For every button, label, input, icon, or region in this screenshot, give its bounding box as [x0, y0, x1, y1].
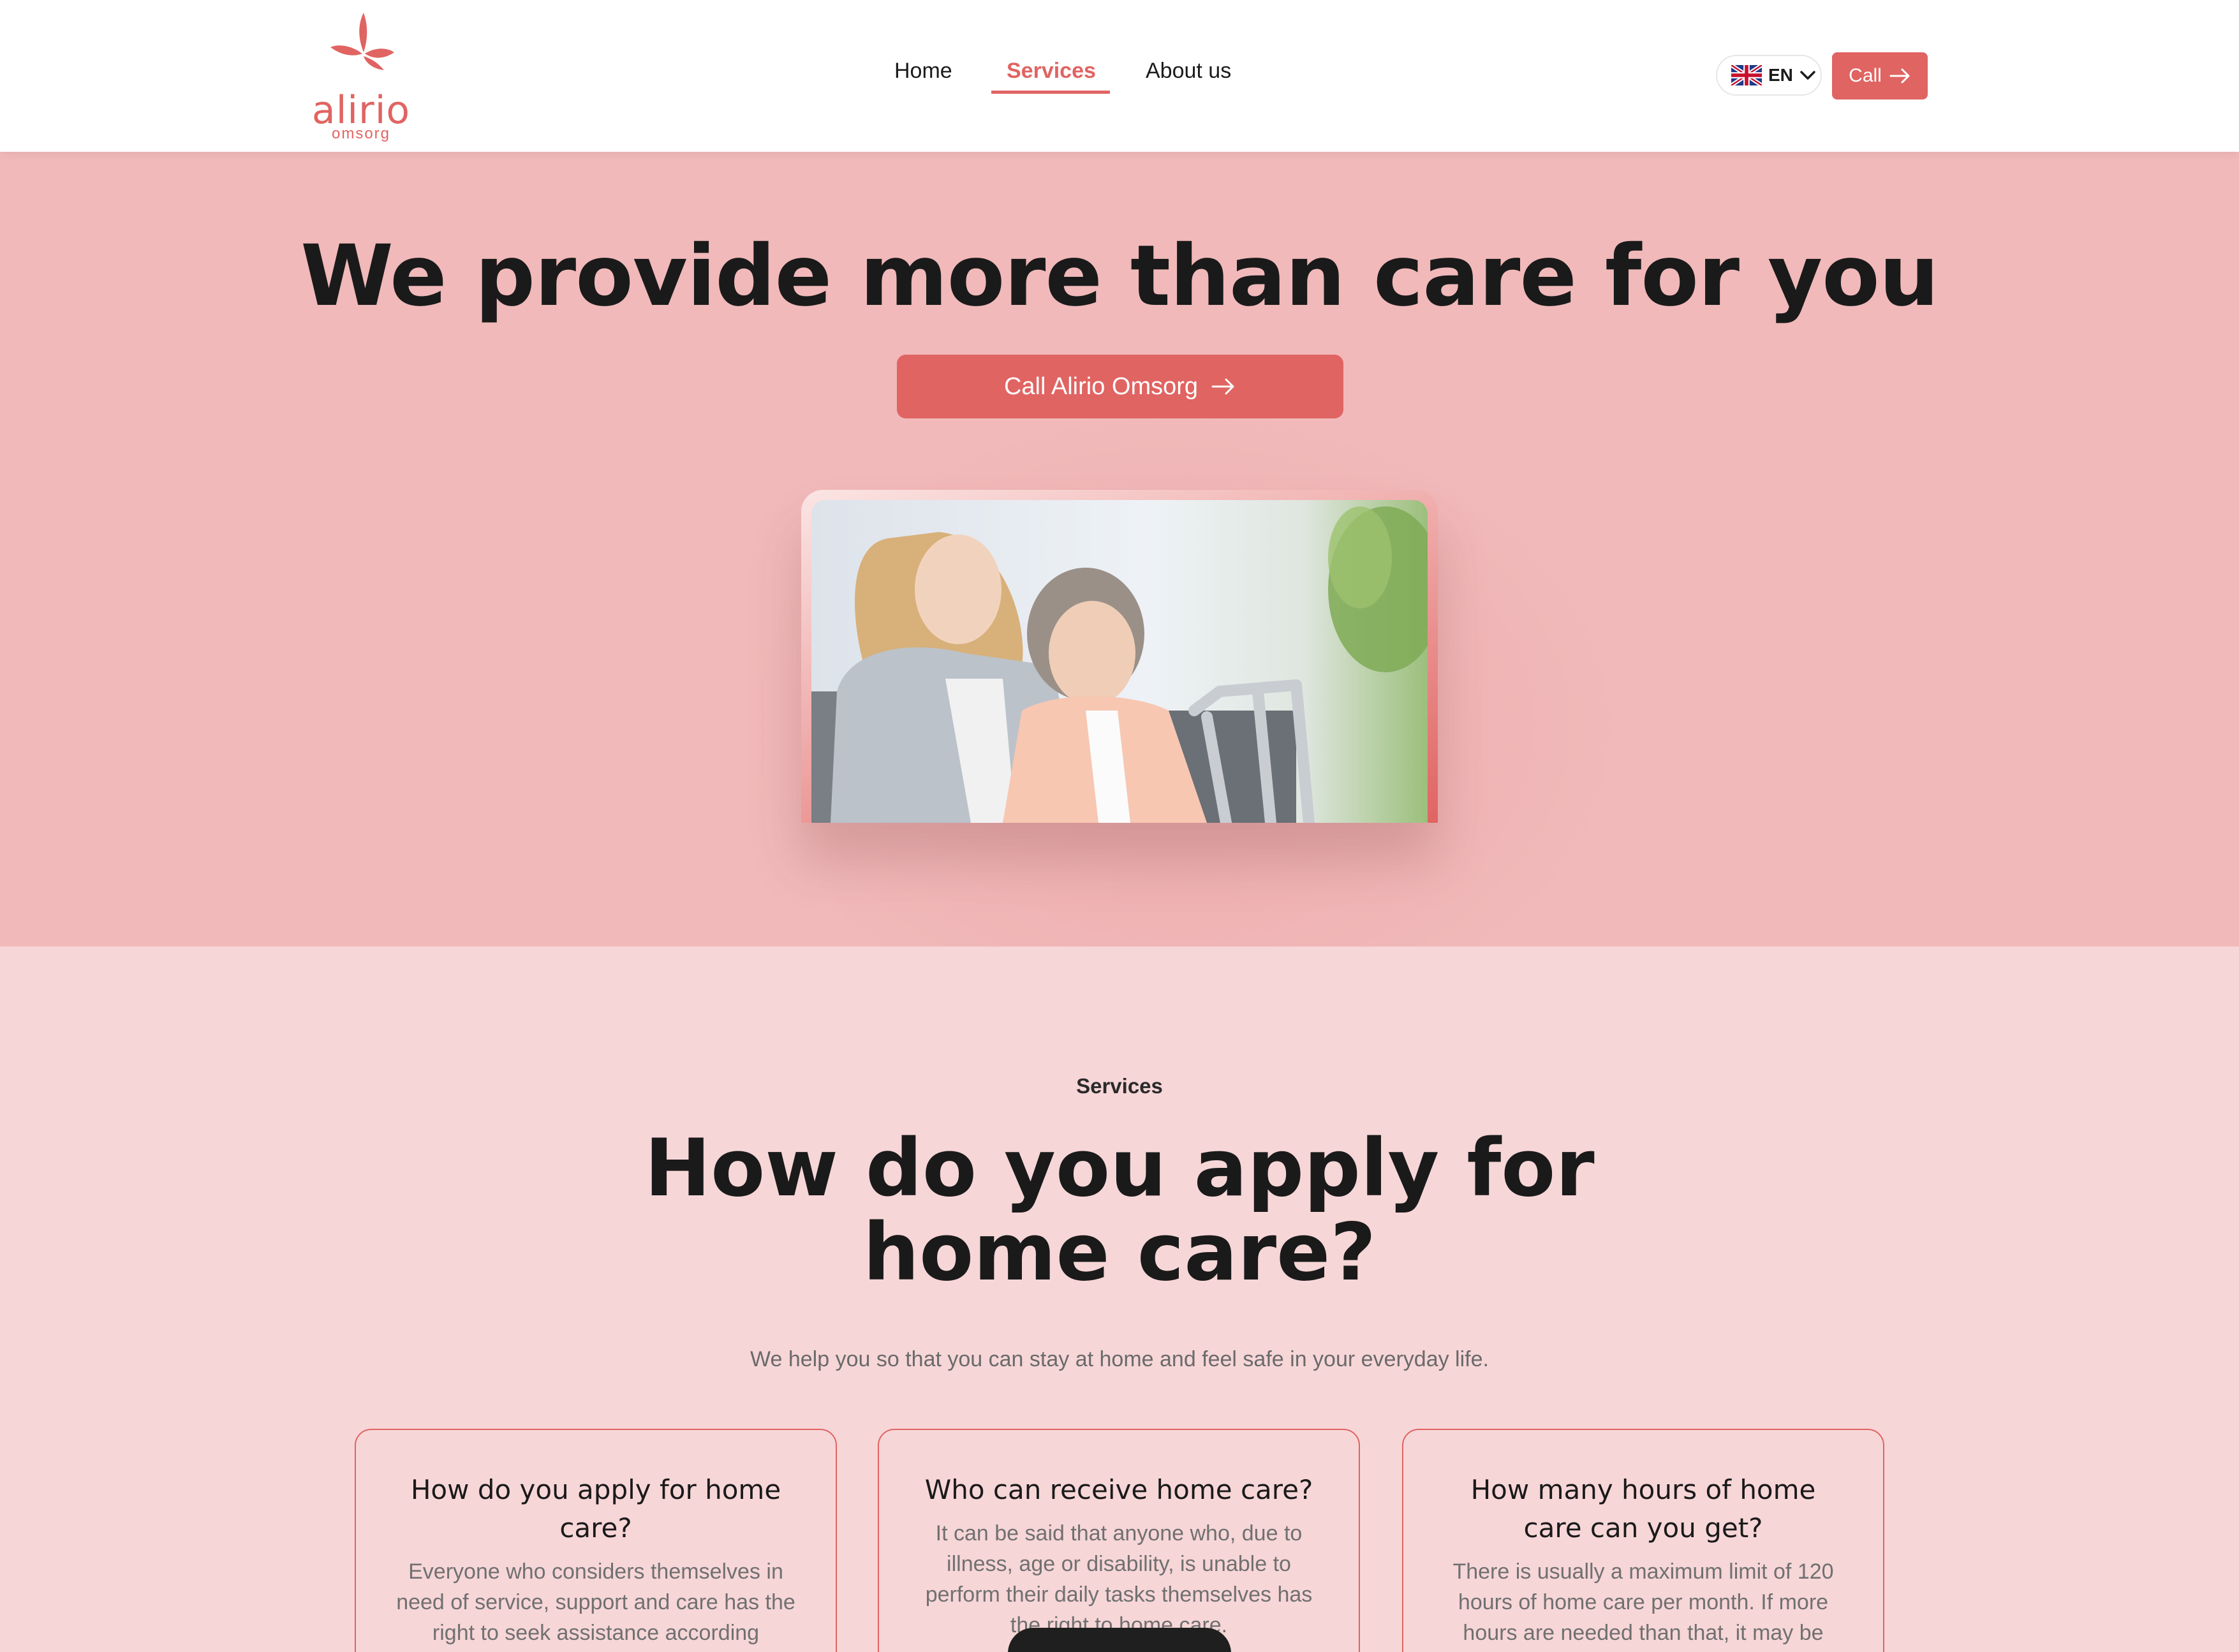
- uk-flag-icon: [1731, 65, 1762, 85]
- services-eyebrow: Services: [1076, 1074, 1163, 1098]
- call-alirio-button[interactable]: Call Alirio Omsorg: [897, 355, 1343, 418]
- arrow-right-icon: [1211, 378, 1234, 395]
- chevron-down-icon: [1800, 71, 1815, 80]
- service-card-title: How do you apply for home care?: [410, 1474, 781, 1544]
- butterfly-logo-icon: [330, 13, 394, 70]
- service-card-eligibility[interactable]: Who can receive home care? It can be sai…: [878, 1429, 1360, 1652]
- services-title: How do you apply for home care?: [0, 1126, 2239, 1295]
- service-card-text: Everyone who considers themselves in nee…: [396, 1560, 795, 1645]
- service-card-apply[interactable]: How do you apply for home care? Everyone…: [355, 1429, 837, 1652]
- language-selector[interactable]: EN: [1716, 55, 1822, 96]
- services-section: Services How do you apply for home care?…: [0, 947, 2239, 1652]
- floating-toolbar[interactable]: [1008, 1628, 1231, 1652]
- service-card-title: Who can receive home care?: [924, 1474, 1313, 1505]
- hero-image-frame: [801, 490, 1438, 823]
- arrow-right-icon: [1889, 68, 1910, 84]
- nav-item-services[interactable]: Services: [1007, 59, 1096, 84]
- brand-logo[interactable]: alirio omsorg: [310, 8, 412, 142]
- call-alirio-label: Call Alirio Omsorg: [1003, 372, 1199, 400]
- services-title-line-2: home care?: [862, 1207, 1377, 1299]
- service-card-text: There is usually a maximum limit of 120 …: [1452, 1560, 1834, 1645]
- nav-item-home[interactable]: Home: [894, 59, 952, 84]
- hero-title: We provide more than care for you: [300, 227, 1939, 325]
- services-subtitle: We help you so that you can stay at home…: [750, 1347, 1489, 1371]
- active-nav-underline: [991, 91, 1110, 94]
- caregiver-photo-illustration: [811, 500, 1428, 823]
- hero-section: We provide more than care for you Call A…: [0, 152, 2239, 947]
- service-card-text: It can be said that anyone who, due to i…: [925, 1521, 1313, 1637]
- service-card-title: How many hours of home care can you get?: [1470, 1474, 1816, 1544]
- nav-item-about-us[interactable]: About us: [1146, 59, 1231, 84]
- header-call-button[interactable]: Call: [1832, 52, 1928, 100]
- service-card-hours[interactable]: How many hours of home care can you get?…: [1402, 1429, 1884, 1652]
- services-title-line-1: How do you apply for: [644, 1123, 1595, 1214]
- header-call-label: Call: [1849, 65, 1882, 86]
- site-header: alirio omsorg Home Services About us EN …: [0, 0, 2239, 152]
- caregiver-with-elderly-woman-image: [811, 500, 1428, 823]
- language-code: EN: [1768, 65, 1793, 85]
- brand-tagline: omsorg: [331, 125, 391, 142]
